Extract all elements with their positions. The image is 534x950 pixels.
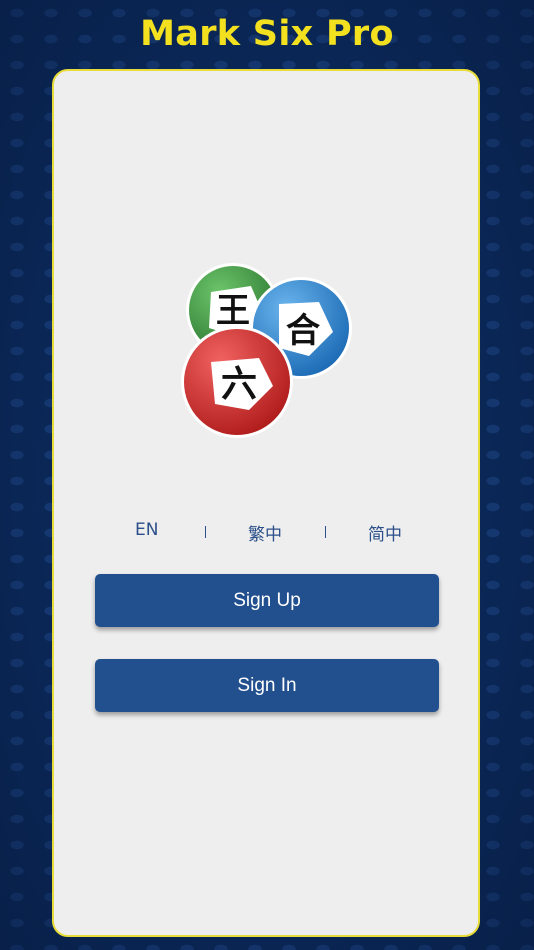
language-divider (205, 526, 206, 538)
language-selector: EN 繁中 简中 (52, 520, 480, 546)
ball-char-2: 合 (286, 311, 320, 351)
language-simplified-chinese[interactable]: 简中 (368, 520, 402, 545)
ball-char-1: 王 (216, 291, 250, 331)
ball-char-3: 六 (221, 364, 257, 405)
language-divider (325, 526, 326, 538)
language-en[interactable]: EN (135, 520, 158, 540)
mark-six-logo: 王 合 六 (181, 263, 352, 438)
red-ball-icon: 六 (181, 326, 293, 438)
app-title: Mark Six Pro (140, 14, 394, 54)
sign-in-button[interactable]: Sign In (95, 659, 439, 712)
sign-up-button[interactable]: Sign Up (95, 574, 439, 627)
main-card (52, 69, 480, 937)
language-traditional-chinese[interactable]: 繁中 (248, 520, 282, 545)
